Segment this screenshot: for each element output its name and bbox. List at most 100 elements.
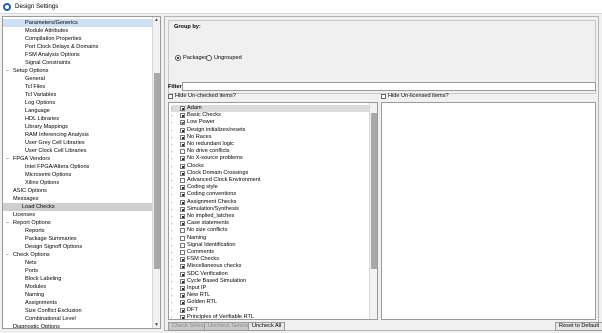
scroll-down-icon[interactable]: ▼	[154, 322, 159, 328]
checkbox-icon[interactable]	[381, 93, 386, 99]
expand-arrow-icon[interactable]: ›	[171, 191, 180, 198]
tree-item[interactable]: ASIC Options	[6, 187, 47, 195]
tree-item[interactable]: Language	[25, 107, 50, 115]
expand-arrow-icon[interactable]: ›	[171, 299, 180, 306]
check-item[interactable]: › Simulation/Synthesis	[171, 206, 239, 213]
expand-arrow-icon[interactable]: ›	[171, 112, 180, 119]
expand-toggle-icon[interactable]: −	[6, 155, 13, 163]
checkbox-icon[interactable]	[180, 278, 185, 284]
check-item[interactable]: › No size conflicts	[171, 227, 227, 234]
checkbox-icon[interactable]	[180, 264, 185, 270]
checkbox-icon[interactable]	[180, 192, 185, 198]
tree-item[interactable]: Assignments	[25, 299, 57, 307]
tree-item[interactable]: Design Signoff Options	[25, 243, 82, 251]
check-item[interactable]: › Assignment Checks	[171, 199, 236, 206]
reset-to-default-button[interactable]: Reset to Default	[555, 322, 602, 331]
settings-tree[interactable]: Parameters/Generics Module Attributes Comp…	[2, 16, 161, 329]
check-item[interactable]: › New RTL	[171, 292, 210, 299]
checkbox-icon[interactable]	[180, 156, 185, 162]
checkbox-icon[interactable]	[180, 314, 185, 319]
check-item[interactable]: › Case statements	[171, 220, 229, 227]
tree-item[interactable]: Module Attributes	[25, 27, 68, 35]
tree-item[interactable]: Ports	[25, 267, 38, 275]
expand-arrow-icon[interactable]: ›	[171, 227, 180, 234]
expand-arrow-icon[interactable]: ›	[171, 141, 180, 148]
expand-arrow-icon[interactable]: ›	[171, 271, 180, 278]
tree-item[interactable]: Reports	[25, 227, 45, 235]
checkbox-icon[interactable]	[180, 127, 185, 133]
tree-item[interactable]: Diagnostic Options	[6, 323, 60, 328]
tree-item[interactable]: Load Checks	[3, 203, 153, 211]
checkbox-icon[interactable]	[180, 170, 185, 176]
check-item[interactable]: › Comments	[171, 249, 214, 256]
tree-item[interactable]: Package Summaries	[25, 235, 77, 243]
expand-arrow-icon[interactable]: ›	[171, 242, 180, 249]
checkbox-icon[interactable]	[180, 199, 185, 205]
tree-item[interactable]: Naming	[25, 291, 44, 299]
tree-item[interactable]: RAM Inferencing Analysis	[25, 131, 89, 139]
expand-toggle-icon[interactable]: −	[6, 67, 13, 75]
expand-arrow-icon[interactable]: ›	[171, 278, 180, 285]
expand-arrow-icon[interactable]: ›	[171, 105, 180, 112]
check-item[interactable]: › Coding conventions	[171, 191, 236, 198]
expand-arrow-icon[interactable]: ›	[171, 134, 180, 141]
checkbox-icon[interactable]	[180, 142, 185, 147]
tree-item[interactable]: Block Labeling	[25, 275, 61, 283]
check-item[interactable]: › Miscellaneous checks	[171, 263, 241, 270]
filter-input[interactable]	[182, 82, 596, 91]
check-item[interactable]: › No implied_latches	[171, 213, 234, 220]
uncheck-all-button[interactable]: Uncheck All	[248, 322, 286, 331]
checkbox-icon[interactable]	[180, 307, 185, 313]
expand-arrow-icon[interactable]: ›	[171, 163, 180, 170]
checkbox-icon[interactable]	[180, 235, 185, 241]
tree-item[interactable]: Compilation Properties	[25, 35, 82, 43]
expand-arrow-icon[interactable]: ›	[171, 292, 180, 299]
checkbox-icon[interactable]	[180, 149, 185, 155]
hide-unchecked-checkbox[interactable]: Hide Un-checked items?	[168, 93, 236, 99]
expand-arrow-icon[interactable]: ›	[171, 307, 180, 314]
tree-item[interactable]: − Report Options	[6, 219, 51, 227]
checkbox-icon[interactable]	[180, 286, 185, 291]
tree-item[interactable]: − Setup Options	[6, 67, 48, 75]
radio-ungrouped[interactable]: Ungrouped	[206, 55, 242, 61]
check-item[interactable]: › Cycle Based Simulation	[171, 278, 246, 285]
checkbox-icon[interactable]	[180, 206, 185, 212]
expand-arrow-icon[interactable]: ›	[171, 256, 180, 263]
check-item[interactable]: › No drive conflicts	[171, 148, 230, 155]
tree-item[interactable]: Nets	[25, 259, 37, 267]
tree-item[interactable]: FSM Analysis Options	[25, 51, 80, 59]
checkbox-icon[interactable]	[180, 242, 185, 248]
hide-unlicensed-checkbox[interactable]: Hide Un-licensed items?	[381, 93, 449, 99]
check-item[interactable]: › Low Power	[171, 119, 215, 126]
expand-arrow-icon[interactable]: ›	[171, 220, 180, 227]
checkbox-icon[interactable]	[180, 163, 185, 169]
checkbox-icon[interactable]	[180, 113, 185, 119]
check-item[interactable]: › Adam	[171, 105, 369, 112]
checkbox-icon[interactable]	[180, 271, 185, 277]
checkbox-icon[interactable]	[180, 221, 185, 227]
tree-item[interactable]: User Clock Cell Libraries	[25, 147, 87, 155]
expand-arrow-icon[interactable]: ›	[171, 184, 180, 191]
checkbox-icon[interactable]	[180, 120, 185, 126]
tree-item[interactable]: Parameters/Generics	[3, 19, 153, 27]
check-item[interactable]: › Signal Identification	[171, 242, 236, 249]
tree-item[interactable]: Messages	[6, 195, 39, 203]
checkbox-icon[interactable]	[180, 178, 185, 183]
tree-item[interactable]: Licenses	[6, 211, 35, 219]
expand-toggle-icon[interactable]: −	[6, 219, 13, 227]
checkbox-icon[interactable]	[180, 250, 185, 255]
expand-arrow-icon[interactable]: ›	[171, 170, 180, 177]
check-item[interactable]: › Basic Checks	[171, 112, 221, 119]
radio-dot-icon[interactable]	[206, 55, 212, 61]
expand-arrow-icon[interactable]: ›	[171, 155, 180, 162]
expand-arrow-icon[interactable]: ›	[171, 235, 180, 242]
tree-item[interactable]: Tcl Variables	[25, 91, 56, 99]
check-item[interactable]: › No X-source problems	[171, 155, 243, 162]
tree-item[interactable]: Intel FPGA/Altera Options	[25, 163, 89, 171]
check-item[interactable]: › Input IP	[171, 285, 206, 292]
tree-item[interactable]: General	[25, 75, 45, 83]
expand-arrow-icon[interactable]: ›	[171, 206, 180, 213]
tree-item[interactable]: Library Mappings	[25, 123, 68, 131]
tree-item[interactable]: Tcl Files	[25, 83, 45, 91]
expand-arrow-icon[interactable]: ›	[171, 249, 180, 256]
